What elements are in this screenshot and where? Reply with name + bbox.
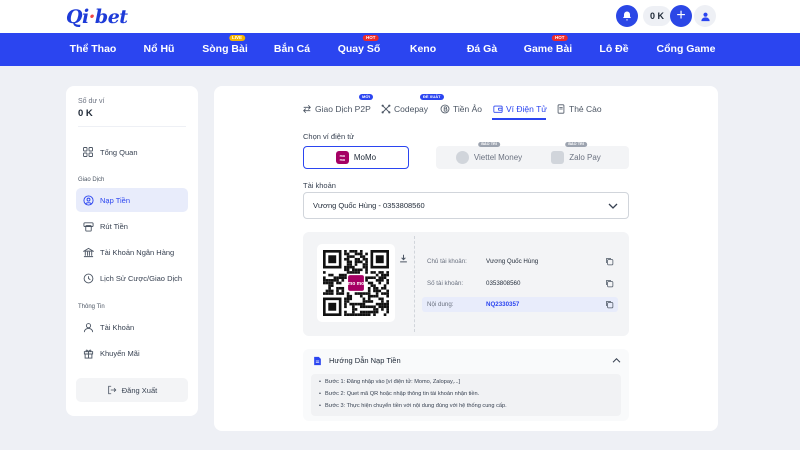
chevron-down-icon: [608, 202, 618, 210]
qr-code: mo mo: [317, 244, 395, 322]
nav-item-keno[interactable]: Keno: [410, 33, 436, 66]
balance-value: 0 K: [78, 108, 93, 119]
sidebar-item-label: Tài Khoản Ngân Hàng: [100, 247, 175, 257]
brand-logo[interactable]: Qi·bet: [66, 6, 128, 28]
transfer-icon: [302, 104, 312, 114]
bank-icon: [82, 246, 94, 258]
logout-icon: [107, 385, 117, 395]
nav-item-the-thao[interactable]: Thể Thao: [70, 33, 117, 66]
withdraw-icon: [82, 220, 94, 232]
download-qr-button[interactable]: [399, 254, 408, 263]
top-bar: Qi·bet 0 K +: [0, 0, 800, 33]
tab-codepay[interactable]: Codepay: [381, 100, 428, 118]
download-icon: [399, 254, 408, 263]
crypto-icon: [440, 104, 450, 114]
momo-logo-icon: mo mo: [335, 151, 349, 164]
divider: [78, 126, 186, 127]
card-icon: [556, 104, 566, 114]
sidebar-item-withdraw[interactable]: Rút Tiền: [76, 214, 188, 238]
account-sidebar: Số dư ví 0 K Tổng Quan Giao Dịch Nạp Tiề…: [66, 86, 198, 416]
copy-icon[interactable]: [605, 279, 614, 288]
svg-text:mo mo: mo mo: [348, 281, 364, 287]
tab-e-wallet[interactable]: Ví Điện Tử: [493, 100, 547, 118]
deposit-guide: Hướng Dẫn Nạp Tiền Bước 1: Đăng nhập vào…: [303, 349, 629, 421]
sidebar-item-label: Tài Khoản: [100, 322, 135, 332]
zalo-pay-logo-icon: [551, 151, 565, 164]
deposit-icon: [82, 194, 94, 206]
info-row-account-number: Số tài khoản: 0353808560: [422, 276, 618, 291]
guide-title: Hướng Dẫn Nạp Tiền: [329, 356, 401, 365]
section-transactions: Giao Dịch: [78, 177, 105, 183]
active-tab-indicator: [492, 118, 546, 120]
wallet-option-zalo-pay[interactable]: BẢO TRÌ Zalo Pay: [523, 142, 629, 169]
sidebar-item-bank-account[interactable]: Tài Khoản Ngân Hàng: [76, 240, 188, 264]
guide-steps: Bước 1: Đăng nhập vào [ví điện tử: Momo,…: [311, 374, 621, 416]
wallet-option-momo[interactable]: mo mo MoMo: [303, 146, 409, 169]
holder-value: Vương Quốc Hùng: [486, 258, 539, 265]
copy-icon[interactable]: [605, 257, 614, 266]
nav-item-da-ga[interactable]: Đá Gà: [467, 33, 497, 66]
nav-item-no-hu[interactable]: Nổ Hũ: [144, 33, 175, 66]
plus-icon: +: [676, 7, 686, 24]
nav-item-lo-de[interactable]: Lô Đề: [599, 33, 628, 66]
codepay-icon: [381, 104, 391, 114]
user-icon: [700, 11, 711, 22]
nav-item-song-bai[interactable]: Sòng Bài LIVE: [202, 33, 248, 66]
guide-step: Bước 2: Quet mã QR hoặc nhập thông tin t…: [319, 391, 479, 397]
account-select[interactable]: Vương Quốc Hùng - 0353808560: [303, 192, 629, 219]
deposit-plus-button[interactable]: +: [670, 5, 692, 27]
copy-icon[interactable]: [605, 300, 614, 309]
sidebar-item-label: Tổng Quan: [100, 147, 138, 157]
header-balance: 0 K: [643, 6, 671, 26]
new-badge: MỚI: [359, 94, 373, 100]
viettel-money-logo-icon: [455, 151, 469, 164]
sidebar-item-promotions[interactable]: Khuyến Mãi: [76, 341, 188, 365]
balance-label: Số dư ví: [78, 98, 105, 105]
grid-icon: [82, 146, 94, 158]
logout-button[interactable]: Đăng Xuất: [76, 378, 188, 402]
bell-icon: [621, 10, 633, 22]
tab-scratch-card[interactable]: Thẻ Cào: [556, 100, 602, 118]
section-info: Thông Tin: [78, 304, 105, 310]
info-row-content: Nội dung: NQ2330357: [422, 297, 618, 312]
wallet-label: Chọn ví điện tử: [303, 132, 355, 141]
wallet-icon: [493, 104, 503, 114]
notifications-button[interactable]: [616, 5, 638, 27]
sidebar-item-history[interactable]: Lịch Sử Cược/Giao Dịch: [76, 266, 188, 290]
sidebar-item-label: Lịch Sử Cược/Giao Dịch: [100, 273, 183, 283]
payment-info-card: mo mo Chủ tài khoản: Vương Quốc Hùng Số …: [303, 232, 629, 336]
user-icon: [82, 321, 94, 333]
history-icon: [82, 272, 94, 284]
guide-step: Bước 3: Thực hiện chuyển tiền với nội du…: [319, 403, 507, 409]
sidebar-item-label: Nạp Tiền: [100, 195, 131, 205]
deposit-panel: Giao Dịch P2P MỚI Codepay ĐỀ XUẤT Tiền Ả…: [214, 86, 718, 431]
account-number-value: 0353808560: [486, 280, 521, 287]
nav-item-ban-ca[interactable]: Bắn Cá: [274, 33, 310, 66]
hot-badge: HOT: [362, 35, 379, 41]
live-badge: LIVE: [228, 35, 246, 41]
dashed-separator: [414, 236, 415, 332]
sidebar-item-deposit[interactable]: Nạp Tiền: [76, 188, 188, 212]
sidebar-item-label: Rút Tiền: [100, 221, 128, 231]
info-row-holder: Chủ tài khoản: Vương Quốc Hùng: [422, 254, 618, 269]
maintenance-badge: BẢO TRÌ: [478, 142, 500, 147]
sidebar-item-label: Khuyến Mãi: [100, 348, 140, 358]
sidebar-item-account[interactable]: Tài Khoản: [76, 315, 188, 339]
sidebar-item-overview[interactable]: Tổng Quan: [76, 140, 188, 164]
hot-badge: HOT: [551, 35, 568, 41]
tab-p2p[interactable]: Giao Dịch P2P: [302, 100, 371, 118]
nav-item-quay-so[interactable]: Quay Số HOT: [338, 33, 380, 66]
account-label: Tài khoản: [303, 181, 336, 190]
maintenance-badge: BẢO TRÌ: [565, 142, 587, 147]
user-menu-button[interactable]: [694, 5, 716, 27]
main-nav: Thể Thao Nổ Hũ Sòng Bài LIVE Bắn Cá Quay …: [0, 33, 800, 66]
content-value: NQ2330357: [486, 301, 520, 308]
nav-item-game-bai[interactable]: Game Bài HOT: [524, 33, 572, 66]
nav-item-cong-game[interactable]: Cổng Game: [657, 33, 716, 66]
chevron-up-icon[interactable]: [612, 357, 621, 364]
tab-crypto[interactable]: Tiền Ảo: [440, 100, 482, 118]
document-icon: [313, 356, 322, 366]
gift-icon: [82, 347, 94, 359]
guide-step: Bước 1: Đăng nhập vào [ví điện tử: Momo,…: [319, 379, 460, 385]
